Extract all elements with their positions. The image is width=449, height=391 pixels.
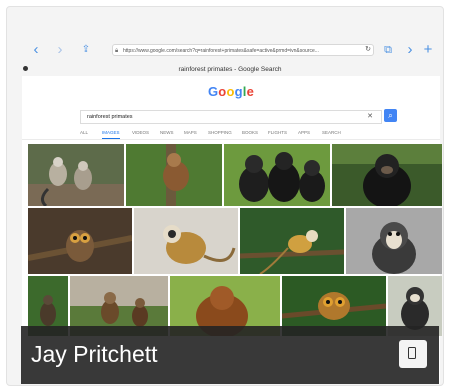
fullscreen-icon bbox=[408, 347, 416, 359]
result-image-lemurs[interactable] bbox=[28, 144, 124, 206]
add-icon[interactable]: + bbox=[420, 40, 436, 60]
google-logo: Google bbox=[22, 84, 440, 99]
search-query: rainforest primates bbox=[87, 114, 133, 120]
url-text: https://www.google.com/search?q=rainfore… bbox=[123, 48, 319, 54]
tab-maps[interactable]: MAPS bbox=[184, 128, 197, 138]
google-logo-letter: G bbox=[207, 84, 219, 99]
tab-flights[interactable]: FLIGHTS bbox=[268, 128, 287, 138]
reload-icon[interactable]: ↻ bbox=[360, 40, 376, 60]
tab-news[interactable]: NEWS bbox=[160, 128, 174, 138]
tab-apps[interactable]: APPS bbox=[298, 128, 310, 138]
forward-icon[interactable]: › bbox=[52, 40, 68, 60]
result-image-chimp[interactable] bbox=[332, 144, 442, 206]
tabs-divider bbox=[22, 139, 440, 140]
result-image-tarsier[interactable] bbox=[28, 208, 132, 274]
result-image-guenon[interactable] bbox=[346, 208, 442, 274]
tab-videos[interactable]: VIDEOS bbox=[132, 128, 149, 138]
browser-toolbar: ‹ › ⇪ 🔒︎ https://www.google.com/search?q… bbox=[20, 40, 440, 60]
forward-alt-icon[interactable]: › bbox=[402, 40, 418, 60]
search-tabs: ALL IMAGES VIDEOS NEWS MAPS SHOPPING BOO… bbox=[80, 128, 400, 139]
address-bar[interactable]: 🔒︎ https://www.google.com/search?q=rainf… bbox=[112, 44, 374, 56]
clear-icon[interactable]: ✕ bbox=[367, 111, 373, 123]
caption-name: Jay Pritchett bbox=[31, 341, 158, 367]
tab-search[interactable]: SEARCH bbox=[322, 128, 341, 138]
fullscreen-button[interactable] bbox=[399, 340, 427, 368]
google-logo-letter: o bbox=[218, 84, 227, 99]
result-image-squirrel-monkey[interactable] bbox=[134, 208, 238, 274]
result-image-capuchin[interactable] bbox=[126, 144, 222, 206]
google-logo-letter: g bbox=[234, 84, 243, 99]
tab-shopping[interactable]: SHOPPING bbox=[208, 128, 232, 138]
tab-books[interactable]: BOOKS bbox=[242, 128, 258, 138]
back-icon[interactable]: ‹ bbox=[28, 40, 44, 60]
tab-all[interactable]: ALL bbox=[80, 128, 88, 138]
page-title: rainforest primates - Google Search bbox=[178, 66, 282, 73]
tabs-icon[interactable]: ⧉ bbox=[380, 40, 396, 60]
google-logo-letter: e bbox=[246, 84, 255, 99]
lock-icon: 🔒︎ bbox=[115, 48, 119, 54]
caption-overlay: Jay Pritchett bbox=[21, 326, 439, 384]
tab-images[interactable]: IMAGES bbox=[102, 128, 120, 139]
google-logo-letter: o bbox=[226, 84, 235, 99]
search-icon: ⌕ bbox=[388, 111, 393, 120]
share-icon[interactable]: ⇪ bbox=[78, 40, 94, 60]
result-image-chimps-group[interactable] bbox=[224, 144, 330, 206]
search-input[interactable]: rainforest primates ✕ bbox=[80, 110, 382, 124]
search-button[interactable]: ⌕ bbox=[384, 109, 397, 122]
result-image-monkey-branch[interactable] bbox=[240, 208, 344, 274]
